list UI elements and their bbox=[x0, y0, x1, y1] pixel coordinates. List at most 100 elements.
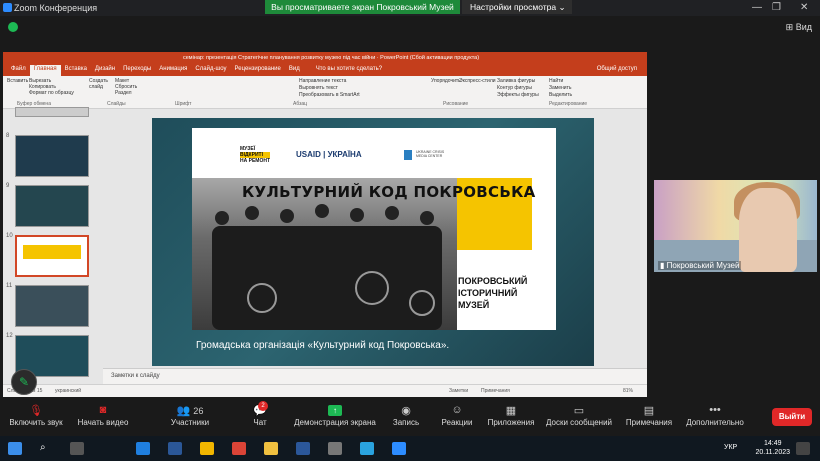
ppt-doc-title: семінар: презентація Стратегічне планува… bbox=[183, 55, 480, 61]
tab-file[interactable]: Файл bbox=[7, 65, 30, 76]
apps-button[interactable]: ▦ Приложения bbox=[486, 404, 536, 427]
format-painter-button[interactable]: Формат по образцу bbox=[29, 90, 74, 96]
shape-fill-button[interactable]: Заливка фигуры bbox=[497, 78, 539, 85]
notes-button[interactable]: ▤ Примечания bbox=[624, 404, 674, 427]
shape-outline-button[interactable]: Контур фигуры bbox=[497, 85, 539, 92]
more-label: Дополнительно bbox=[686, 418, 744, 427]
windows-start-icon[interactable] bbox=[8, 442, 22, 455]
thumbnail-slide-10-selected[interactable] bbox=[15, 235, 89, 277]
tab-home[interactable]: Главная bbox=[29, 65, 61, 76]
record-button[interactable]: ◉ Запись bbox=[390, 404, 422, 427]
leave-button[interactable]: Выйти bbox=[772, 408, 812, 426]
tab-design[interactable]: Дизайн bbox=[91, 65, 119, 76]
security-shield-icon[interactable] bbox=[8, 22, 18, 32]
slide-content-card: МУЗЕЇ ВІДКРИТІ НА РЕМОНТ USAID | УКРАЇНА… bbox=[192, 128, 556, 330]
minimize-icon[interactable]: — bbox=[752, 2, 762, 13]
select-button[interactable]: Выделить bbox=[549, 92, 572, 99]
tell-me-box[interactable]: Что вы хотите сделать? bbox=[312, 65, 386, 76]
tab-insert[interactable]: Вставка bbox=[61, 65, 91, 76]
zoom-taskbar-icon[interactable] bbox=[392, 442, 406, 455]
system-clock[interactable]: 14:49 20.11.2023 bbox=[755, 439, 790, 457]
whiteboards-button[interactable]: ▭ Доски сообщений bbox=[544, 404, 614, 427]
zoom-toolbar: 🎙 Включить звук ◙ Начать видео 👥 26 Учас… bbox=[0, 400, 820, 434]
annotate-pen-icon[interactable]: ✎ bbox=[11, 369, 37, 395]
museum-name-line3: МУЗЕЙ bbox=[458, 300, 490, 310]
museum-name-line2: ІСТОРИЧНИЙ bbox=[458, 288, 518, 298]
close-icon[interactable]: ✕ bbox=[800, 2, 808, 13]
notes-label: Примечания bbox=[625, 418, 673, 427]
notifications-icon[interactable] bbox=[796, 442, 810, 455]
unmute-button[interactable]: 🎙 Включить звук bbox=[6, 404, 66, 427]
thumbnail-slide-9[interactable] bbox=[15, 185, 89, 227]
search-icon[interactable]: ⌕ bbox=[40, 442, 54, 455]
share-screen-label: Демонстрация экрана bbox=[294, 418, 376, 427]
thumb-number: 11 bbox=[6, 283, 13, 289]
thumbnail-slide-7[interactable] bbox=[15, 107, 89, 117]
logo-row: МУЗЕЇ ВІДКРИТІ НА РЕМОНТ USAID | УКРАЇНА… bbox=[192, 146, 556, 168]
comments-toggle[interactable]: Примечания bbox=[481, 388, 510, 394]
more-button[interactable]: ••• Дополнительно bbox=[684, 404, 746, 427]
museum-name: ПОКРОВСЬКИЙ ІСТОРИЧНИЙ МУЗЕЙ bbox=[458, 275, 527, 311]
participants-icon: 👥 26 bbox=[176, 405, 204, 417]
windows-taskbar: ⌕ УКР 14:49 20.11.2023 bbox=[0, 436, 820, 461]
editing-group-label: Редактирование bbox=[549, 101, 588, 107]
drawing-group-label: Рисование bbox=[443, 101, 469, 107]
maximize-icon[interactable]: ❐ bbox=[772, 2, 781, 13]
share-screen-icon: ↑ bbox=[290, 404, 380, 418]
video-off-icon: ◙ bbox=[99, 404, 107, 416]
thumbnail-slide-11[interactable] bbox=[15, 285, 89, 327]
telegram-icon[interactable] bbox=[360, 442, 374, 455]
view-button[interactable]: ⊞ Вид bbox=[786, 22, 812, 33]
task-view-icon[interactable] bbox=[70, 442, 84, 455]
new-slide-button[interactable]: Создать слайд bbox=[89, 78, 111, 90]
text-direction-button[interactable]: Направление текста bbox=[299, 78, 360, 85]
reactions-label: Реакции bbox=[441, 418, 473, 427]
tab-transitions[interactable]: Переходы bbox=[119, 65, 155, 76]
find-button[interactable]: Найти bbox=[549, 78, 572, 85]
replace-button[interactable]: Заменить bbox=[549, 85, 572, 92]
chat-button[interactable]: 💬 2 Чат bbox=[248, 401, 272, 427]
participant-video[interactable]: ▮ Покровський Музей bbox=[654, 180, 817, 272]
thumbnail-slide-8[interactable] bbox=[15, 135, 89, 177]
quick-styles-button[interactable]: Экспресс-стили bbox=[459, 78, 496, 84]
tab-view[interactable]: Вид bbox=[285, 65, 304, 76]
tab-slideshow[interactable]: Слайд-шоу bbox=[191, 65, 230, 76]
app-icon[interactable] bbox=[200, 442, 214, 455]
participant-name: ▮ Покровський Музей bbox=[658, 261, 742, 270]
share-button[interactable]: Общий доступ bbox=[593, 65, 641, 76]
section-button[interactable]: Раздел bbox=[115, 90, 137, 96]
share-screen-button[interactable]: ↑ Демонстрация экрана bbox=[290, 404, 380, 427]
ppt-title-bar: семінар: презентація Стратегічне планува… bbox=[3, 52, 647, 65]
notes-toggle[interactable]: Заметки bbox=[449, 388, 468, 394]
settings-icon[interactable] bbox=[328, 442, 342, 455]
shape-effects-button[interactable]: Эффекты фигуры bbox=[497, 92, 539, 99]
ucmc-logo-mark bbox=[404, 150, 412, 160]
chat-label: Чат bbox=[253, 418, 267, 427]
folder-icon[interactable] bbox=[264, 442, 278, 455]
chrome-icon[interactable] bbox=[232, 442, 246, 455]
tab-animation[interactable]: Анимация bbox=[155, 65, 191, 76]
reactions-button[interactable]: ☺ Реакции bbox=[440, 404, 474, 427]
zoom-level[interactable]: 81% bbox=[623, 388, 633, 394]
tab-review[interactable]: Рецензирование bbox=[231, 65, 285, 76]
participants-button[interactable]: 👥 26 Участники bbox=[164, 404, 216, 427]
align-text-button[interactable]: Выровнять текст bbox=[299, 85, 360, 92]
museum-name-line1: ПОКРОВСЬКИЙ bbox=[458, 276, 528, 286]
chat-badge: 2 bbox=[258, 401, 268, 411]
keyboard-language[interactable]: УКР bbox=[724, 444, 737, 451]
defender-icon[interactable] bbox=[168, 442, 182, 455]
paste-button[interactable]: Вставить bbox=[7, 78, 28, 84]
paste-label: Вставить bbox=[7, 78, 29, 84]
word-icon[interactable] bbox=[296, 442, 310, 455]
edge-icon[interactable] bbox=[136, 442, 150, 455]
smartart-button[interactable]: Преобразовать в SmartArt bbox=[299, 92, 360, 99]
view-settings-button[interactable]: Настройки просмотра ⌄ bbox=[462, 0, 572, 14]
arrange-button[interactable]: Упорядочить bbox=[431, 78, 461, 84]
thumb-number: 9 bbox=[6, 183, 10, 189]
clipboard-actions: Вырезать Копировать Формат по образцу bbox=[29, 78, 74, 96]
participant-avatar bbox=[739, 188, 797, 272]
start-video-button[interactable]: ◙ Начать видео bbox=[74, 404, 132, 427]
slide-thumbnails: 8 9 10 11 12 bbox=[3, 107, 103, 384]
slide-notes[interactable]: Заметки к слайду bbox=[103, 368, 647, 384]
current-slide[interactable]: МУЗЕЇ ВІДКРИТІ НА РЕМОНТ USAID | УКРАЇНА… bbox=[152, 118, 594, 366]
